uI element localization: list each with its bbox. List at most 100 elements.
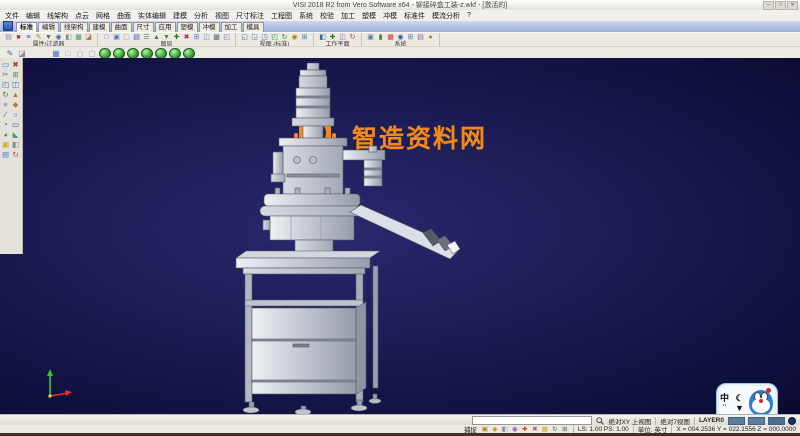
menu-edit[interactable]: 编辑	[26, 11, 40, 21]
rotate-tool-icon[interactable]: ↻	[1, 90, 10, 99]
view-top-icon[interactable]: ◱	[240, 34, 249, 42]
menu-mould[interactable]: 塑模	[362, 11, 376, 21]
workplane-align-icon[interactable]: ◫	[338, 34, 347, 42]
visibility-icon[interactable]: ◉	[54, 34, 63, 42]
menu-surface[interactable]: 曲面	[117, 11, 131, 21]
arc-tool-icon[interactable]: ◔	[1, 120, 10, 129]
hidden-line-mode-icon[interactable]: ◻	[75, 49, 85, 58]
point-tool-icon[interactable]: ◆	[11, 100, 20, 109]
eraser-icon[interactable]: ◪	[17, 49, 27, 58]
tab-wireframe[interactable]: 线架构	[60, 22, 88, 32]
menu-wireframe[interactable]: 线架构	[47, 11, 68, 21]
snap-midpoint-icon[interactable]: ◧	[501, 426, 509, 433]
layer-current-icon[interactable]: ▤	[132, 34, 141, 42]
scale-tool-icon[interactable]: ▲	[11, 90, 20, 99]
menu-file[interactable]: 文件	[5, 11, 19, 21]
menu-machining[interactable]: 加工	[341, 11, 355, 21]
layer-new-icon[interactable]: □	[102, 34, 111, 42]
layer-delete-icon[interactable]: ✖	[182, 34, 191, 42]
trim-tool-icon[interactable]: ✂	[1, 70, 10, 79]
menu-solid-edit[interactable]: 实体编辑	[138, 11, 166, 21]
rect-tool-icon[interactable]: ▭	[11, 120, 20, 129]
grid-display-icon[interactable]: ▦	[51, 49, 61, 58]
snap-quadrant-icon[interactable]: ✚	[521, 426, 529, 433]
select-tool-icon[interactable]: ▭	[1, 60, 10, 69]
move-tool-icon[interactable]: ◰	[1, 80, 10, 89]
snap-rotate-icon[interactable]: ↻	[551, 426, 559, 433]
snap-point-icon[interactable]: ◆	[491, 426, 499, 433]
layer-up-icon[interactable]: ▲	[152, 34, 161, 42]
transparent-mode-icon[interactable]	[141, 48, 153, 59]
dynamic-zoom-icon[interactable]	[183, 48, 195, 59]
status-chip-1[interactable]	[728, 417, 745, 425]
layer-down-icon[interactable]: ▼	[162, 34, 171, 42]
dynamic-rotate-icon[interactable]	[155, 48, 167, 59]
system-palette-icon[interactable]: ▦	[386, 34, 395, 42]
minimize-button[interactable]: –	[763, 1, 774, 10]
mask-icon[interactable]: ◧	[64, 34, 73, 42]
shade-filter-icon[interactable]: ▦	[74, 34, 83, 42]
system-calc-icon[interactable]: ⊞	[406, 34, 415, 42]
status-indicator-dot[interactable]	[788, 417, 796, 425]
dynamic-pan-icon[interactable]	[169, 48, 181, 59]
menu-mesh[interactable]: 网格	[96, 11, 110, 21]
snap-free-icon[interactable]: ▣	[481, 426, 489, 433]
snap-center-icon[interactable]: ◉	[511, 426, 519, 433]
system-globe-icon[interactable]: ◉	[396, 34, 405, 42]
workplane-xy-icon[interactable]: ◧	[318, 34, 327, 42]
workplane-new-icon[interactable]: ✚	[328, 34, 337, 42]
tab-tooling[interactable]: 模具	[243, 22, 264, 32]
view-side-icon[interactable]: ◳	[260, 34, 269, 42]
menu-view[interactable]: 视图	[215, 11, 229, 21]
extend-tool-icon[interactable]: ◧	[11, 140, 20, 149]
menu-system[interactable]: 系统	[299, 11, 313, 21]
layer-add-icon[interactable]: ✚	[172, 34, 181, 42]
command-input[interactable]	[472, 416, 592, 425]
snap-grid-icon[interactable]: ▦	[541, 426, 549, 433]
line-tool-icon[interactable]: ∕	[1, 110, 10, 119]
undo-tool-icon[interactable]: ↻	[11, 150, 20, 159]
mirror-tool-icon[interactable]: ◫	[11, 80, 20, 89]
menu-help[interactable]: ?	[467, 12, 471, 19]
shaded-mode-icon[interactable]	[99, 48, 111, 59]
view-rotate-icon[interactable]: ↻	[280, 34, 289, 42]
system-settings-icon[interactable]: ▣	[366, 34, 375, 42]
render-mode-icon[interactable]	[127, 48, 139, 59]
flat-shade-mode-icon[interactable]: ▢	[87, 49, 97, 58]
filter-icon[interactable]: ▼	[44, 34, 53, 42]
tab-standard[interactable]: 标准	[16, 22, 37, 32]
menu-pointcloud[interactable]: 点云	[75, 11, 89, 21]
view-fit-icon[interactable]: ⊞	[300, 34, 309, 42]
menu-flow-analysis[interactable]: 模流分析	[432, 11, 460, 21]
cad-model-3d[interactable]	[225, 58, 475, 414]
view-zoom-icon[interactable]: ◉	[290, 34, 299, 42]
workplane-reset-icon[interactable]: ↻	[348, 34, 357, 42]
layer-tool-icon[interactable]: ▤	[1, 150, 10, 159]
maximize-button[interactable]: □	[775, 1, 786, 10]
linetype-icon[interactable]: ≡	[24, 34, 33, 42]
chamfer-tool-icon[interactable]: ◣	[11, 130, 20, 139]
fillet-tool-icon[interactable]: ◕	[1, 130, 10, 139]
menu-modeling[interactable]: 建模	[173, 11, 187, 21]
tab-surface[interactable]: 曲面	[111, 22, 132, 32]
status-chip-3[interactable]	[768, 417, 785, 425]
close-button[interactable]: ✕	[787, 1, 798, 10]
tab-mould[interactable]: 塑模	[177, 22, 198, 32]
snap-intersection-icon[interactable]: ✖	[531, 426, 539, 433]
tab-edit[interactable]: 编辑	[38, 22, 59, 32]
ime-skin-icon[interactable]: ▼	[735, 403, 744, 413]
tab-machining[interactable]: 加工	[221, 22, 242, 32]
menu-analysis[interactable]: 分析	[194, 11, 208, 21]
pen-attr-icon[interactable]: ✎	[34, 34, 43, 42]
layer-on-icon[interactable]: ▣	[112, 34, 121, 42]
snap-cross-icon[interactable]: ⊞	[561, 426, 569, 433]
offset-tool-icon[interactable]: ▣	[1, 140, 10, 149]
delete-tool-icon[interactable]: ✖	[11, 60, 20, 69]
viewport-3d[interactable]: 智造资料网	[0, 58, 800, 414]
layer-indicator[interactable]: LAYER0	[699, 417, 724, 424]
select-filter-icon[interactable]: ▤	[4, 34, 13, 42]
view-iso-icon[interactable]: ◰	[270, 34, 279, 42]
ime-chinese-mode-icon[interactable]: 中	[720, 393, 729, 403]
wireframe-mode-icon[interactable]: □	[63, 49, 73, 58]
ime-punct-icon[interactable]: ¨	[723, 403, 726, 413]
